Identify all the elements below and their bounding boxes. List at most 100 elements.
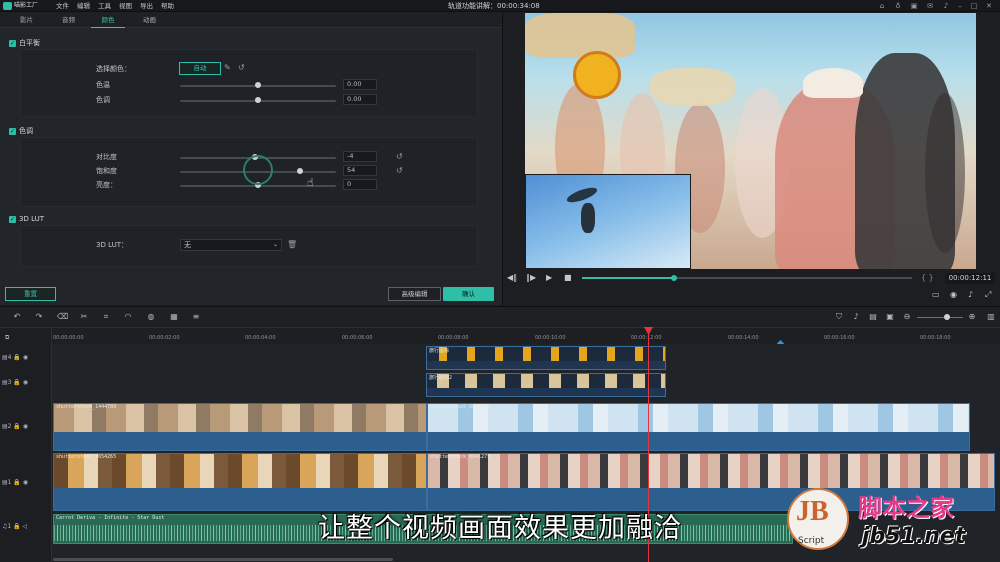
snapshot-icon[interactable]: ◉ (950, 290, 957, 300)
redo-icon[interactable]: ↷ (34, 312, 44, 322)
play-icon[interactable]: ▶ (546, 273, 552, 283)
reset-saturation-icon[interactable]: ↺ (396, 166, 404, 176)
delete-icon[interactable]: ⌫ (57, 312, 68, 322)
saturation-value[interactable]: 54 (343, 165, 377, 176)
tone-header[interactable]: ✓ 色调 (9, 125, 33, 137)
auto-color-button[interactable]: 自动 (179, 62, 221, 75)
menu-view[interactable]: 视图 (119, 0, 132, 12)
tab-color[interactable]: 颜色 (91, 12, 125, 28)
menu-tools[interactable]: 工具 (98, 0, 111, 12)
fit-timeline-icon[interactable]: ▥ (986, 312, 996, 322)
clip-sticker-sun[interactable]: 旅行图标 (426, 346, 666, 370)
ok-button[interactable]: 确认 (443, 287, 494, 301)
zoom-slider-knob[interactable] (944, 314, 950, 320)
color-icon[interactable]: ◍ (146, 312, 156, 322)
eye-icon[interactable]: ◉ (23, 479, 28, 486)
watermark-mark: JB (796, 496, 829, 527)
advanced-edit-button[interactable]: 高级编辑 (388, 287, 441, 301)
record-mic-icon[interactable]: ♪ (851, 312, 861, 322)
eye-icon[interactable]: ◉ (23, 379, 28, 386)
track-1-label: 1 (7, 479, 12, 486)
white-balance-checkbox[interactable]: ✓ (9, 39, 16, 47)
lock-icon[interactable]: 🔒 (13, 423, 20, 430)
tint-label: 色调 (96, 96, 110, 104)
eye-icon[interactable]: ◉ (23, 423, 28, 430)
eyedropper-icon[interactable]: ✎ (224, 63, 232, 73)
cut-icon[interactable]: ✂ (79, 312, 89, 322)
mosaic-icon[interactable]: ▦ (169, 312, 179, 322)
menu-file[interactable]: 文件 (56, 0, 69, 12)
speaker-icon[interactable]: ◁ (23, 523, 28, 530)
undo-icon[interactable]: ↶ (12, 312, 22, 322)
zoom-in-icon[interactable]: ⊕ (967, 312, 977, 322)
clip-sticker-cloud[interactable]: 旅行图标2 (426, 373, 666, 397)
cart-icon[interactable]: ♁ (894, 2, 902, 10)
account-icon[interactable]: ⌂ (878, 2, 886, 10)
adjust-icon[interactable]: ≡ (191, 312, 201, 322)
reset-button[interactable]: 重置 (5, 287, 56, 301)
clip-track2-a[interactable]: shutterstock_1444780 (53, 403, 427, 451)
temperature-slider-knob[interactable] (255, 82, 261, 88)
subtitle-icon[interactable]: ▣ (885, 312, 895, 322)
next-frame-icon[interactable]: ‖▶ (526, 273, 536, 283)
white-balance-body (20, 49, 478, 117)
track-header-1: ▤1 🔒 ◉ (2, 478, 28, 488)
contrast-value[interactable]: -4 (343, 151, 377, 162)
eye-icon[interactable]: ◉ (23, 354, 28, 361)
mail-icon[interactable]: ✉ (926, 2, 934, 10)
add-track-icon[interactable]: ⧉ (5, 333, 9, 343)
ruler-tick: 00:00:14:00 (728, 335, 759, 341)
white-balance-header[interactable]: ✓ 白平衡 (9, 37, 40, 49)
gift-icon[interactable]: ▣ (910, 2, 918, 10)
watermark-script: Script (798, 536, 825, 546)
reset-select-color-icon[interactable]: ↺ (238, 63, 246, 73)
tone-checkbox[interactable]: ✓ (9, 127, 16, 135)
pip-video[interactable] (525, 174, 691, 269)
zoom-out-icon[interactable]: ⊖ (902, 312, 912, 322)
select-color-label: 选择颜色： (96, 65, 131, 73)
timeline-ruler[interactable] (52, 328, 1000, 344)
brightness-value[interactable]: 0 (343, 179, 377, 190)
zoom-slider[interactable] (917, 317, 963, 318)
voiceover-icon[interactable]: ▤ (868, 312, 878, 322)
tint-slider-knob[interactable] (255, 97, 261, 103)
clip-thumbnails (428, 454, 994, 488)
audio-track-header: ♫1 🔒 ◁ (2, 522, 27, 532)
delete-lut-icon[interactable]: 🗑 (287, 240, 297, 250)
timeline-scrollbar[interactable] (53, 558, 393, 561)
shield-icon[interactable]: ⛉ (834, 312, 844, 322)
stop-icon[interactable]: ■ (564, 273, 572, 283)
marker-brackets-icon[interactable]: { } (921, 273, 934, 283)
tab-video[interactable]: 影片 (20, 12, 33, 28)
minimize-icon[interactable]: – (956, 2, 964, 10)
tab-audio[interactable]: 音频 (62, 12, 75, 28)
crop-icon[interactable]: ⌗ (101, 312, 111, 322)
mic-icon[interactable]: ♪ (942, 2, 950, 10)
speed-icon[interactable]: ◠ (123, 312, 133, 322)
tint-value[interactable]: 0.00 (343, 94, 377, 105)
temperature-value[interactable]: 0.00 (343, 79, 377, 90)
video-hat (803, 68, 863, 98)
lut-checkbox[interactable]: ✓ (9, 215, 16, 223)
clip-track1-a[interactable]: shutterstock_3654265 (53, 453, 427, 511)
screen-icon[interactable]: ▭ (932, 290, 940, 300)
volume-icon[interactable]: ♪ (968, 290, 973, 300)
close-icon[interactable]: ✕ (985, 2, 993, 10)
reset-contrast-icon[interactable]: ↺ (396, 152, 404, 162)
menu-edit[interactable]: 编辑 (77, 0, 90, 12)
maximize-icon[interactable]: □ (970, 2, 978, 10)
timecode: 00:00:12:11 (945, 273, 995, 284)
window-title: 轨道功能讲解：00:00:34:08 (448, 2, 540, 10)
lut-select[interactable]: 无 ⌄ (180, 239, 282, 251)
lut-header[interactable]: ✓ 3D LUT (9, 213, 44, 225)
lock-icon[interactable]: 🔒 (13, 479, 20, 486)
tab-animation[interactable]: 动画 (143, 12, 156, 28)
lock-icon[interactable]: 🔒 (13, 354, 20, 361)
lock-icon[interactable]: 🔒 (13, 523, 20, 530)
lock-icon[interactable]: 🔒 (13, 379, 20, 386)
menu-export[interactable]: 导出 (140, 0, 153, 12)
fullscreen-icon[interactable]: ⤢ (985, 290, 991, 300)
prev-frame-icon[interactable]: ◀‖ (507, 273, 517, 283)
clip-track2-b[interactable]: shutterstock_6843090 (427, 403, 970, 451)
menu-help[interactable]: 帮助 (161, 0, 174, 12)
